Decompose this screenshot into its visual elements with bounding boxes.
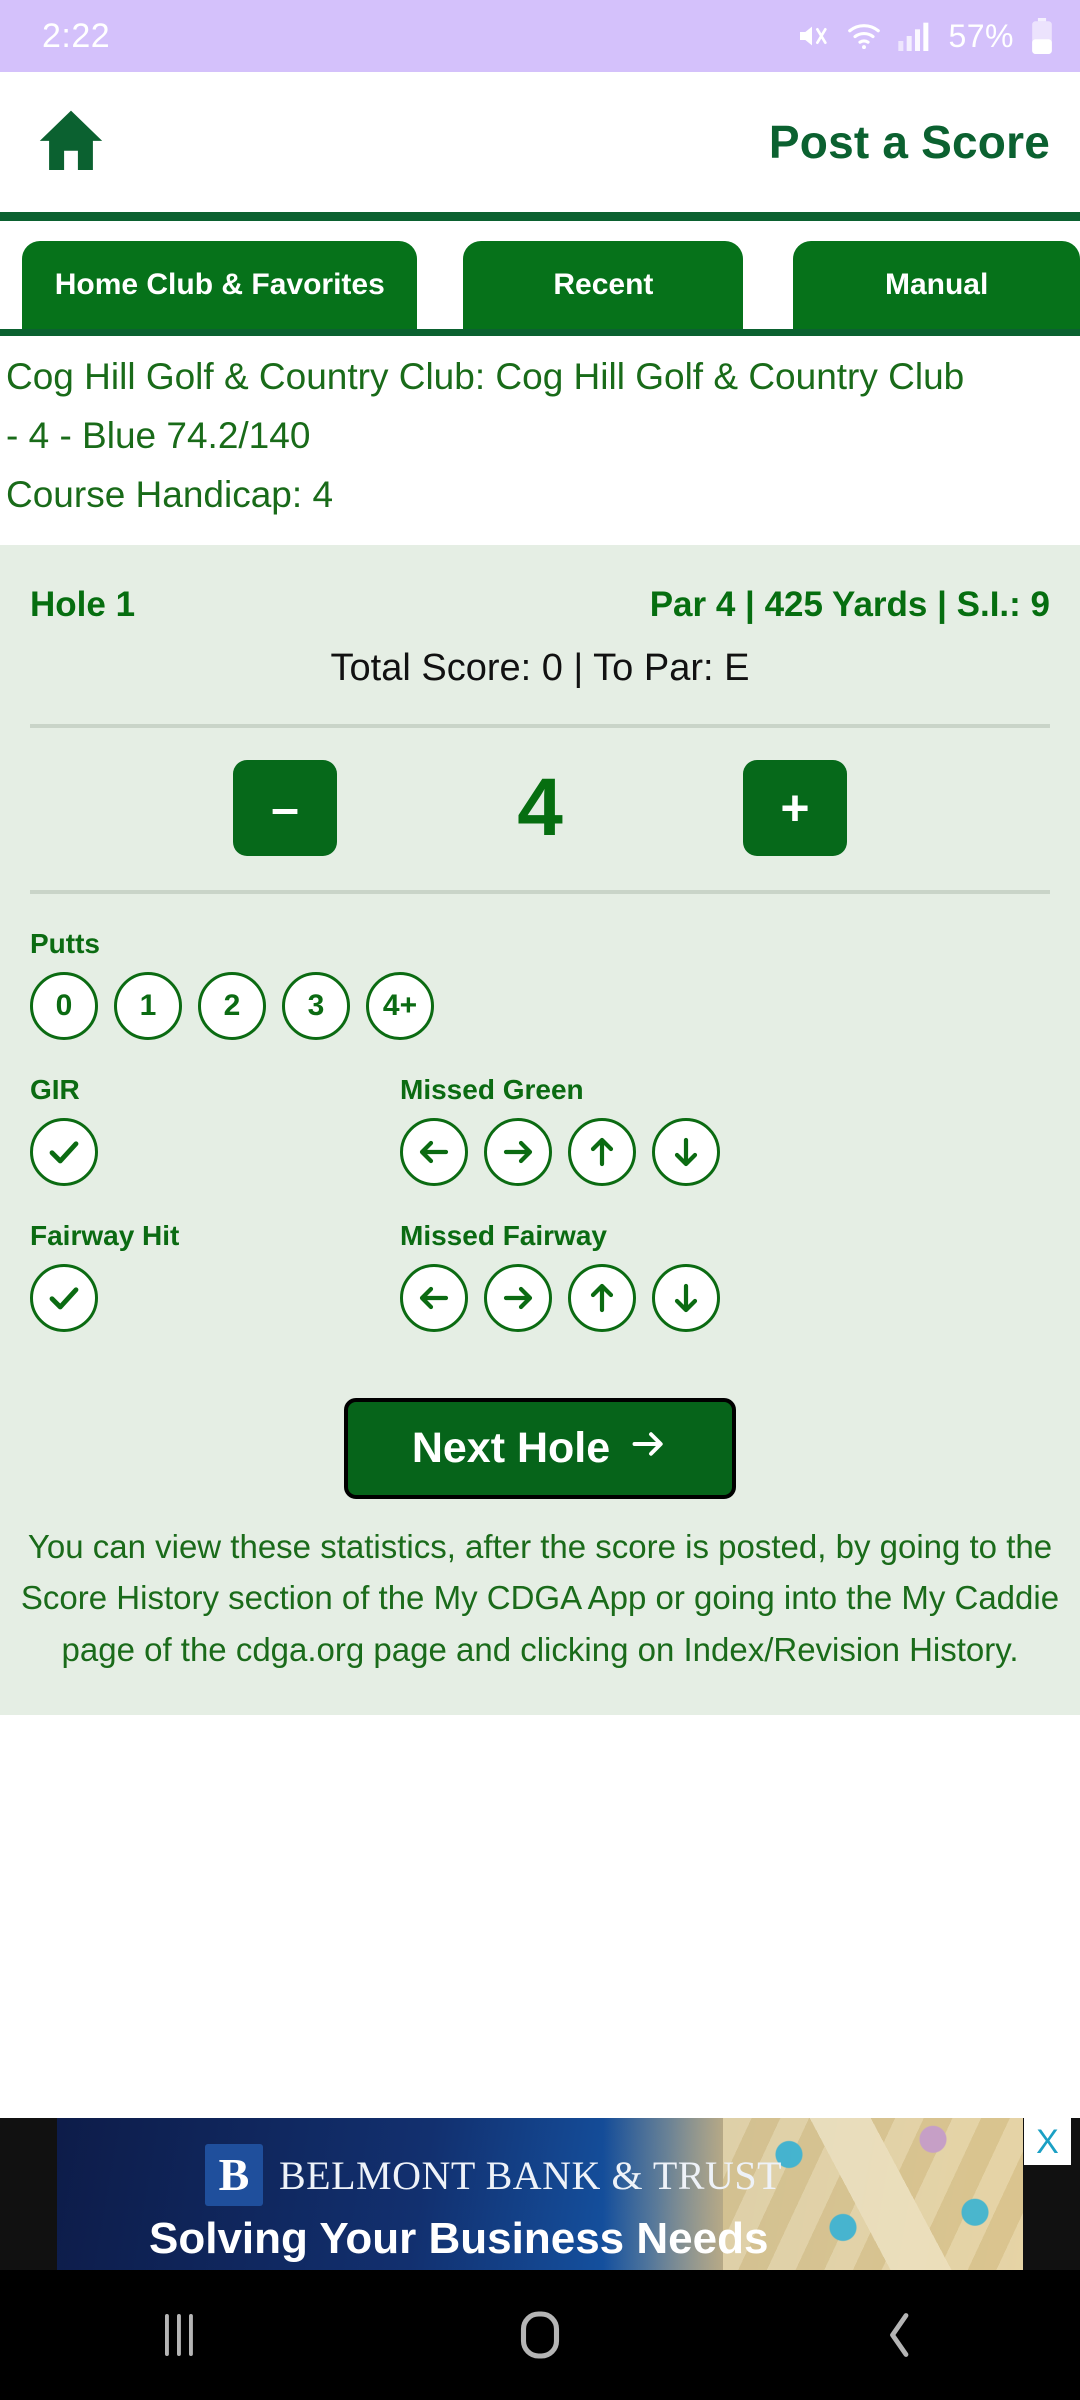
nav-home-button[interactable] <box>360 2311 720 2359</box>
putts-option-4plus[interactable]: 4+ <box>366 971 434 1040</box>
putts-option-0[interactable]: 0 <box>30 971 98 1040</box>
wifi-icon <box>846 21 882 51</box>
ad-banner[interactable]: B BELMONT BANK & TRUST Solving Your Busi… <box>0 2118 1080 2270</box>
tab-recent[interactable]: Recent <box>463 241 744 329</box>
fairway-hit-section: Fairway Hit <box>0 1220 400 1332</box>
check-icon <box>46 1134 82 1170</box>
ad-content[interactable]: B BELMONT BANK & TRUST Solving Your Busi… <box>57 2118 1023 2270</box>
putts-option-3[interactable]: 3 <box>282 971 350 1040</box>
missed-fairway-options <box>400 1263 1080 1332</box>
putts-options: 0 1 2 3 4+ <box>0 971 1080 1040</box>
arrow-left-icon <box>416 1134 452 1170</box>
statistics-info-text: You can view these statistics, after the… <box>20 1527 1060 1668</box>
home-icon <box>35 104 107 181</box>
hole-label: Hole 1 <box>30 584 136 624</box>
nav-back-button[interactable] <box>720 2311 1080 2359</box>
arrow-left-icon <box>416 1280 452 1316</box>
arrow-down-icon <box>668 1280 704 1316</box>
decrement-score-button[interactable]: – <box>233 759 337 856</box>
home-square-icon <box>519 2311 561 2359</box>
green-stats-row: GIR Missed Green <box>0 1040 1080 1186</box>
battery-percent: 57% <box>948 17 1014 54</box>
putts-section: Putts 0 1 2 3 4+ <box>0 894 1080 1040</box>
home-button[interactable] <box>28 99 114 185</box>
putts-option-2[interactable]: 2 <box>198 971 266 1040</box>
hole-meta: Par 4 | 425 Yards | S.I.: 9 <box>649 584 1050 624</box>
missed-fairway-left-button[interactable] <box>400 1263 468 1332</box>
arrow-right-icon <box>500 1280 536 1316</box>
gir-options <box>0 1117 400 1186</box>
ad-close-icon[interactable]: X <box>1024 2118 1071 2165</box>
missed-green-up-button[interactable] <box>568 1117 636 1186</box>
course-handicap-line: Course Handicap: 4 <box>6 473 334 515</box>
mute-icon <box>794 20 830 52</box>
tab-bar: Home Club & Favorites Recent Manual <box>0 221 1080 329</box>
gir-section: GIR <box>0 1074 400 1186</box>
arrow-up-icon <box>584 1280 620 1316</box>
header-divider <box>0 212 1080 221</box>
putts-label: Putts <box>30 927 100 959</box>
fairway-hit-check-button[interactable] <box>30 1263 98 1332</box>
missed-fairway-up-button[interactable] <box>568 1263 636 1332</box>
hole-header-row: Hole 1 Par 4 | 425 Yards | S.I.: 9 <box>0 571 1080 625</box>
status-time: 2:22 <box>42 16 111 55</box>
missed-fairway-down-button[interactable] <box>652 1263 720 1332</box>
check-icon <box>46 1280 82 1316</box>
ad-logo-icon: B <box>205 2144 263 2206</box>
status-bar: 2:22 57% <box>0 0 1080 72</box>
gir-label: GIR <box>30 1073 80 1105</box>
next-hole-button[interactable]: Next Hole <box>343 1397 737 1499</box>
tab-underline <box>0 329 1080 336</box>
nav-recents-button[interactable] <box>0 2311 360 2359</box>
increment-score-button[interactable]: + <box>743 759 847 856</box>
fairway-hit-label: Fairway Hit <box>30 1219 180 1251</box>
ad-tagline: Solving Your Business Needs <box>149 2214 769 2263</box>
missed-green-down-button[interactable] <box>652 1117 720 1186</box>
missed-green-section: Missed Green <box>400 1074 1080 1186</box>
missed-green-left-button[interactable] <box>400 1117 468 1186</box>
status-icons: 57% <box>794 18 1054 55</box>
fairway-hit-options <box>0 1263 400 1332</box>
hole-score-card: Hole 1 Par 4 | 425 Yards | S.I.: 9 Total… <box>0 544 1080 1716</box>
missed-fairway-right-button[interactable] <box>484 1263 552 1332</box>
score-stepper: – 4 + <box>0 728 1080 856</box>
back-chevron-icon <box>881 2311 919 2359</box>
tab-home-club-favorites[interactable]: Home Club & Favorites <box>22 241 418 329</box>
arrow-down-icon <box>668 1134 704 1170</box>
android-nav-bar <box>0 2270 1080 2400</box>
ad-brand-name: BELMONT BANK & TRUST <box>279 2153 783 2198</box>
next-hole-wrap: Next Hole <box>0 1332 1080 1499</box>
score-value: 4 <box>517 761 563 853</box>
missed-fairway-label: Missed Fairway <box>400 1219 607 1251</box>
app-root: 2:22 57% Post a Score Home Club & Favori… <box>0 0 1080 2400</box>
recents-icon <box>160 2311 200 2359</box>
battery-icon <box>1030 18 1054 54</box>
gir-check-button[interactable] <box>30 1117 98 1186</box>
tab-manual[interactable]: Manual <box>793 241 1080 329</box>
app-header: Post a Score <box>0 72 1080 212</box>
next-hole-label: Next Hole <box>411 1423 611 1472</box>
course-info: Cog Hill Golf & Country Club: Cog Hill G… <box>0 336 1080 545</box>
course-name-line: Cog Hill Golf & Country Club: Cog Hill G… <box>6 356 965 397</box>
course-tee-line: - 4 - Blue 74.2/140 <box>6 414 311 456</box>
page-title: Post a Score <box>768 116 1050 168</box>
missed-fairway-section: Missed Fairway <box>400 1220 1080 1332</box>
missed-green-right-button[interactable] <box>484 1117 552 1186</box>
fairway-stats-row: Fairway Hit Missed Fairway <box>0 1186 1080 1332</box>
putts-option-1[interactable]: 1 <box>114 971 182 1040</box>
missed-green-options <box>400 1117 1080 1186</box>
arrow-right-icon <box>500 1134 536 1170</box>
cellular-signal-icon <box>898 21 932 51</box>
total-score-line: Total Score: 0 | To Par: E <box>330 646 750 689</box>
arrow-up-icon <box>584 1134 620 1170</box>
missed-green-label: Missed Green <box>400 1073 584 1105</box>
arrow-right-icon <box>628 1424 668 1473</box>
